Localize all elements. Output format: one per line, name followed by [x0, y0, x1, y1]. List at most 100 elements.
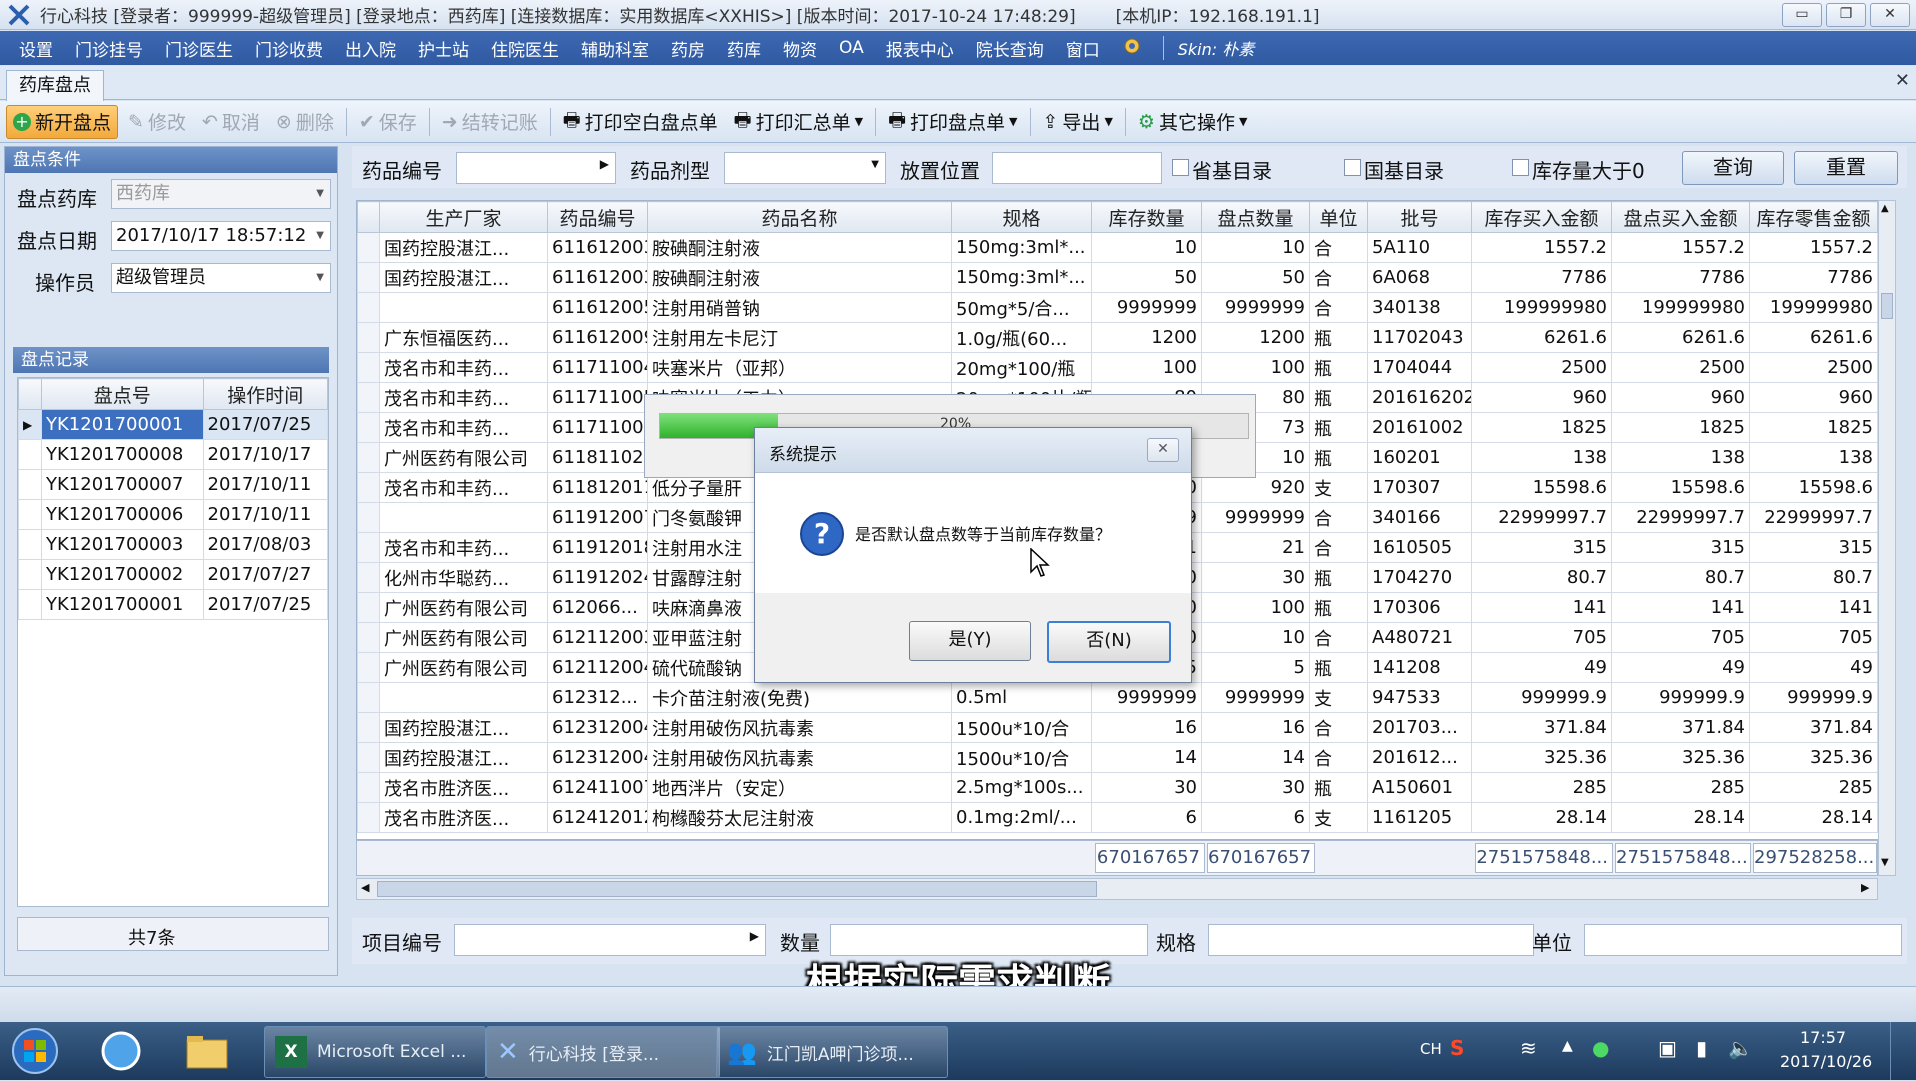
cell-manufacturer[interactable]: 广州医药有限公司: [379, 592, 548, 623]
cell-stock-retail[interactable]: 7786: [1749, 262, 1878, 293]
cell-manufacturer[interactable]: 茂名市胜济医...: [379, 802, 548, 833]
stock-gt0-checkbox[interactable]: [1512, 159, 1529, 176]
cell-unit[interactable]: 瓶: [1309, 382, 1368, 413]
wechat-icon[interactable]: ●: [1592, 1036, 1609, 1060]
cell-unit[interactable]: 合: [1309, 532, 1368, 563]
cell-stock-buy[interactable]: 138: [1471, 442, 1612, 473]
cell-unit[interactable]: 支: [1309, 802, 1368, 833]
row-indicator[interactable]: [357, 412, 380, 443]
row-indicator[interactable]: [357, 472, 380, 503]
col-header-drug-no[interactable]: 药品编号: [547, 201, 648, 233]
cell-stock-buy[interactable]: 315: [1471, 532, 1612, 563]
save-button[interactable]: ✔ 保存: [353, 106, 423, 138]
cell-check-qty[interactable]: 30: [1201, 772, 1310, 803]
cell-stock-retail[interactable]: 960: [1749, 382, 1878, 413]
row-indicator[interactable]: [357, 802, 380, 833]
col-header-unit[interactable]: 单位: [1309, 201, 1368, 233]
start-button[interactable]: [10, 1026, 62, 1076]
cell-unit[interactable]: 瓶: [1309, 772, 1368, 803]
cell-manufacturer[interactable]: [379, 682, 548, 713]
table-row[interactable]: 612312... 卡介苗注射液(免费) 0.5ml 9999999 9999999 支 9…: [357, 682, 1878, 713]
print-check-button[interactable]: 🖶 打印盘点单 ▼: [882, 106, 1023, 138]
cell-stock-retail[interactable]: 138: [1749, 442, 1878, 473]
col-header-check-qty[interactable]: 盘点数量: [1201, 201, 1310, 233]
record-row[interactable]: YK1201700006 2017/10/11: [18, 499, 329, 530]
table-row[interactable]: 国药控股湛江... 612312004 注射用破伤风抗毒素 1500u*10/合 16 1…: [357, 712, 1878, 743]
row-indicator[interactable]: [357, 562, 380, 593]
scroll-right-arrow-icon[interactable]: ▶: [1861, 881, 1869, 894]
cell-drug-no[interactable]: 612312...: [547, 682, 648, 713]
network-icon[interactable]: ▣: [1658, 1036, 1677, 1060]
row-indicator[interactable]: [357, 682, 380, 713]
show-desktop-button[interactable]: [1890, 1022, 1916, 1080]
menu-item-nurse-station[interactable]: 护士站: [407, 36, 480, 61]
cell-stock-buy[interactable]: 199999980: [1471, 292, 1612, 323]
browser-taskbar-icon[interactable]: [98, 1028, 146, 1074]
cell-stock-retail[interactable]: 22999997.7: [1749, 502, 1878, 533]
menu-item-outpatient-billing[interactable]: 门诊收费: [244, 36, 334, 61]
menu-item-registration[interactable]: 门诊挂号: [64, 36, 154, 61]
print-summary-button[interactable]: 🖶 打印汇总单 ▼: [728, 106, 869, 138]
scroll-thumb[interactable]: [377, 881, 1097, 897]
warehouse-select[interactable]: 西药库 ▼: [111, 179, 331, 209]
cell-stock-qty[interactable]: 30: [1091, 772, 1202, 803]
cell-stock-retail[interactable]: 2500: [1749, 352, 1878, 383]
query-button[interactable]: 查询: [1682, 151, 1784, 185]
cell-batch[interactable]: 141208: [1367, 652, 1472, 683]
cell-stock-retail[interactable]: 999999.9: [1749, 682, 1878, 713]
cell-spec[interactable]: 150mg:3ml*...: [951, 262, 1092, 293]
cell-unit[interactable]: 合: [1309, 622, 1368, 653]
row-indicator[interactable]: [357, 262, 380, 293]
cell-unit[interactable]: 瓶: [1309, 562, 1368, 593]
cell-unit[interactable]: 瓶: [1309, 322, 1368, 353]
cell-stock-qty[interactable]: 10: [1091, 232, 1202, 263]
menu-item-pharmacy[interactable]: 药房: [660, 36, 716, 61]
cell-stock-qty[interactable]: 6: [1091, 802, 1202, 833]
cell-check-buy[interactable]: 285: [1611, 772, 1750, 803]
cell-unit[interactable]: 瓶: [1309, 412, 1368, 443]
cell-spec[interactable]: 1.0g/瓶(60...: [951, 322, 1092, 353]
cell-drug-no[interactable]: 612112003: [547, 622, 648, 653]
cell-unit[interactable]: 瓶: [1309, 442, 1368, 473]
cell-manufacturer[interactable]: 茂名市和丰药...: [379, 382, 548, 413]
cell-manufacturer[interactable]: 化州市华聪药...: [379, 562, 548, 593]
cell-stock-buy[interactable]: 705: [1471, 622, 1612, 653]
cell-manufacturer[interactable]: 茂名市胜济医...: [379, 772, 548, 803]
table-row[interactable]: 茂名市胜济医... 612411007 地西泮片（安定） 2.5mg*100s... 3…: [357, 772, 1878, 803]
cell-check-buy[interactable]: 7786: [1611, 262, 1750, 293]
cell-check-qty[interactable]: 10: [1201, 232, 1310, 263]
cell-manufacturer[interactable]: 国药控股湛江...: [379, 262, 548, 293]
cell-unit[interactable]: 合: [1309, 292, 1368, 323]
drug-no-input[interactable]: ▶: [456, 152, 616, 184]
table-row[interactable]: 611612005 注射用硝普钠 50mg*5/合... 9999999 9999999…: [357, 292, 1878, 323]
folder-taskbar-icon[interactable]: [184, 1030, 232, 1074]
cell-drug-name[interactable]: 注射用硝普钠: [647, 292, 952, 323]
cell-stock-buy[interactable]: 6261.6: [1471, 322, 1612, 353]
cell-drug-no[interactable]: 611612003: [547, 262, 648, 293]
reset-button[interactable]: 重置: [1794, 151, 1898, 185]
cell-unit[interactable]: 支: [1309, 472, 1368, 503]
cell-batch[interactable]: 170307: [1367, 472, 1472, 503]
row-indicator[interactable]: [357, 322, 380, 353]
cell-batch[interactable]: 20161002: [1367, 412, 1472, 443]
wifi-icon[interactable]: ≋: [1520, 1036, 1537, 1060]
cell-drug-no[interactable]: 611912024: [547, 562, 648, 593]
scroll-left-arrow-icon[interactable]: ◀: [361, 881, 369, 894]
minimize-button[interactable]: ▭: [1782, 3, 1822, 27]
cell-batch[interactable]: 1161205: [1367, 802, 1472, 833]
cell-check-qty[interactable]: 10: [1201, 622, 1310, 653]
row-indicator[interactable]: [357, 712, 380, 743]
cell-batch[interactable]: 5A110: [1367, 232, 1472, 263]
cell-drug-no[interactable]: 611612009: [547, 322, 648, 353]
cell-check-qty[interactable]: 5: [1201, 652, 1310, 683]
row-indicator[interactable]: [357, 352, 380, 383]
cell-drug-no[interactable]: 611612003: [547, 232, 648, 263]
cell-check-buy[interactable]: 371.84: [1611, 712, 1750, 743]
cell-drug-no[interactable]: 612312004: [547, 742, 648, 773]
cell-check-qty[interactable]: 1200: [1201, 322, 1310, 353]
cell-stock-qty[interactable]: 9999999: [1091, 292, 1202, 323]
menu-item-inpatient-doctor[interactable]: 住院医生: [480, 36, 570, 61]
cell-batch[interactable]: 1610505: [1367, 532, 1472, 563]
cell-drug-no[interactable]: 612412012: [547, 802, 648, 833]
horizontal-scrollbar[interactable]: ◀ ▶: [356, 878, 1878, 900]
